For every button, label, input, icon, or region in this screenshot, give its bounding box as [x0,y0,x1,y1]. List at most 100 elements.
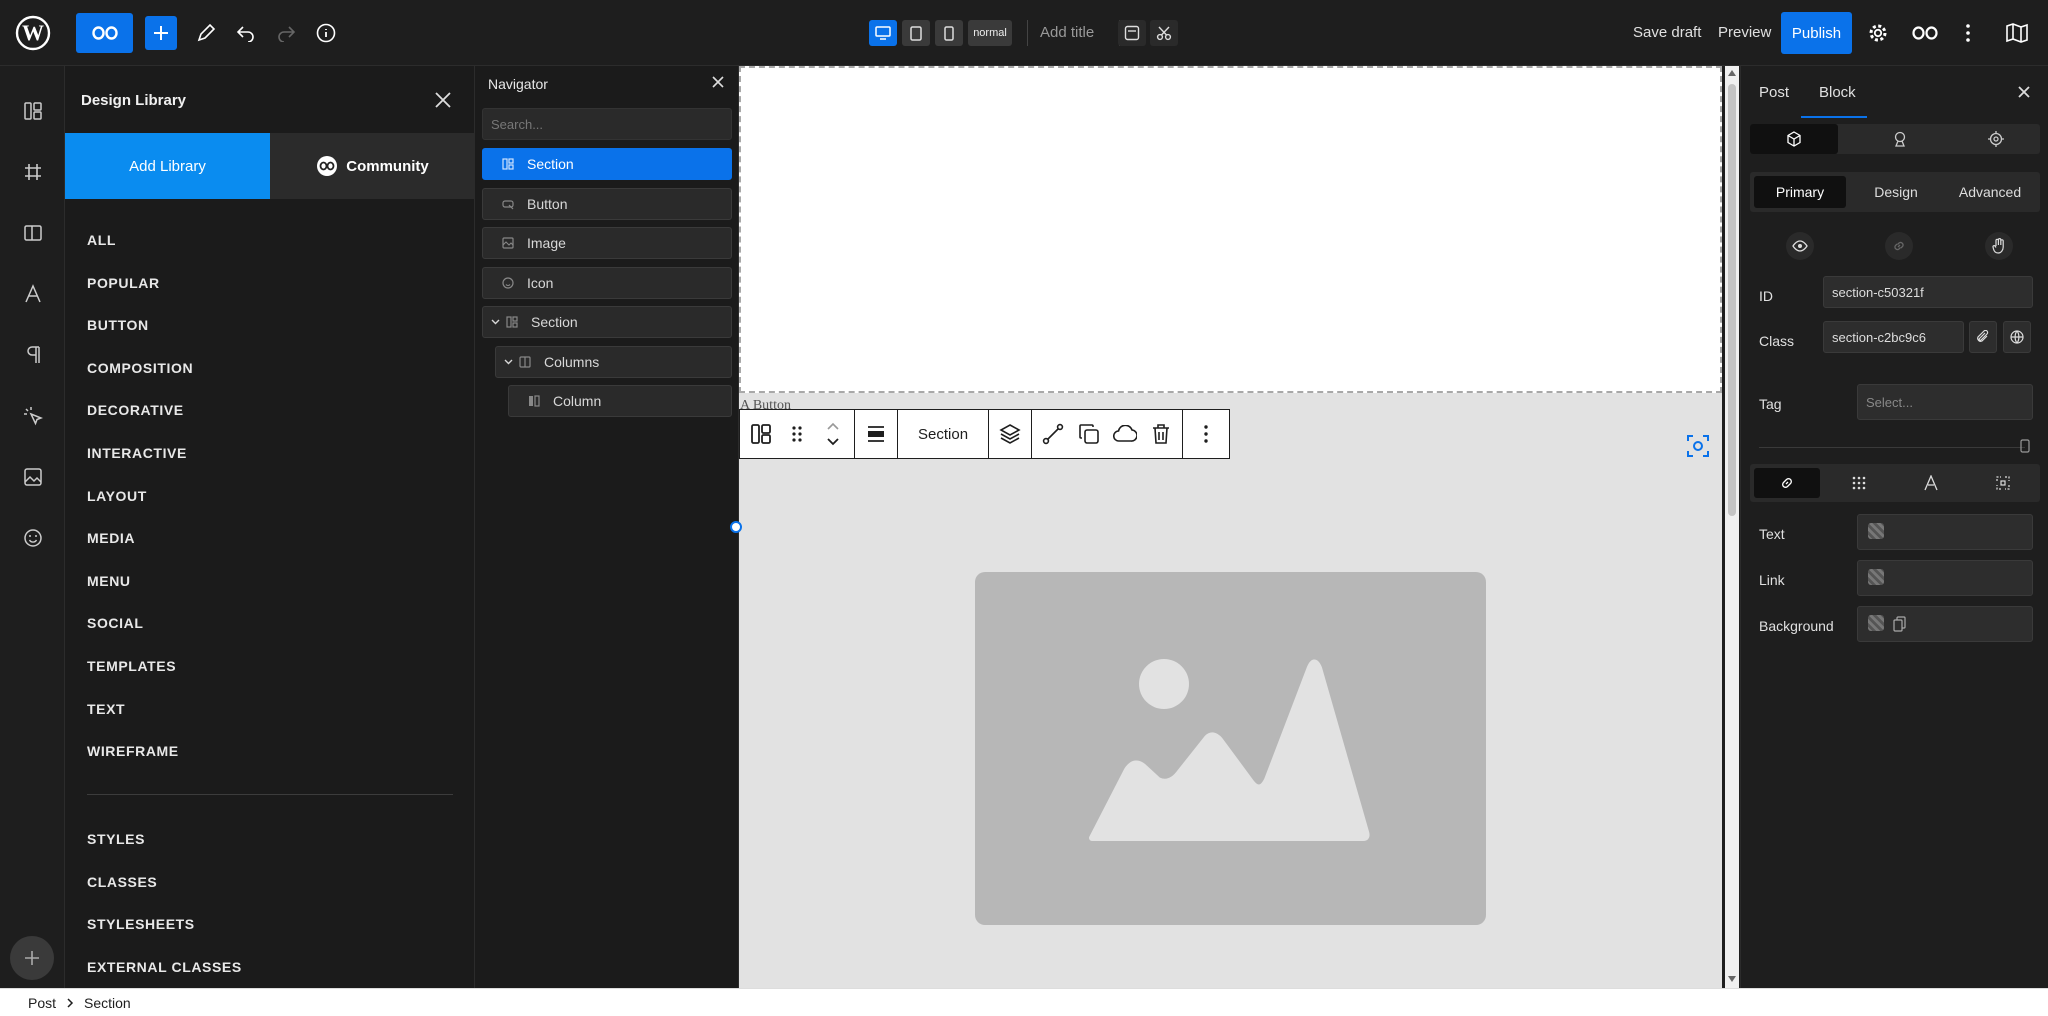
library-item-styles[interactable]: STYLES [87,831,145,847]
breadcrumb-item-post[interactable]: Post [28,995,56,1011]
toggle-block-inserter-icon[interactable] [76,13,133,53]
add-title-field[interactable]: Add title [1040,0,1094,66]
category-media[interactable]: MEDIA [87,530,135,546]
category-interactive[interactable]: INTERACTIVE [87,445,187,461]
category-social[interactable]: SOCIAL [87,615,144,631]
canvas-scrollbar[interactable] [1725,66,1739,988]
category-popular[interactable]: POPULAR [87,275,160,291]
target-icon[interactable] [1952,124,2040,154]
redo-icon[interactable] [273,20,299,46]
selected-section[interactable] [739,66,1722,393]
scissors-icon[interactable] [1150,20,1178,46]
save-draft-button[interactable]: Save draft [1633,0,1701,66]
drag-handle-icon[interactable] [784,421,810,447]
block-settings-icon[interactable] [1750,124,1838,154]
resize-handle[interactable] [730,521,742,533]
template-icon[interactable] [1118,20,1146,46]
add-block-button[interactable] [145,16,177,50]
text-color-picker[interactable] [1857,514,2033,550]
tablet-view-icon[interactable] [902,20,930,46]
cloud-save-icon[interactable] [1112,421,1138,447]
library-item-classes[interactable]: CLASSES [87,874,157,890]
phone-icon[interactable] [2020,439,2034,455]
tab-block[interactable]: Block [1819,84,1856,101]
hand-pointer-icon[interactable] [1985,232,2013,260]
class-field[interactable]: section-c2bc9c6 [1823,321,1964,353]
paragraph-icon[interactable] [20,342,46,368]
interaction-icon[interactable] [20,403,46,429]
navigator-item-button[interactable]: Button [482,187,732,220]
desktop-view-icon[interactable] [869,20,897,46]
move-up-down-icon[interactable] [820,421,846,447]
columns-layout-icon[interactable] [20,220,46,246]
globe-icon[interactable] [2003,321,2031,353]
block-more-options-icon[interactable] [1191,421,1221,447]
focus-mode-icon[interactable] [1685,433,1711,459]
block-type-label[interactable]: Section [906,426,980,443]
preview-button[interactable]: Preview [1718,0,1771,66]
category-composition[interactable]: COMPOSITION [87,360,193,376]
link-color-picker[interactable] [1857,560,2033,596]
spacing-icon[interactable] [1970,468,2036,498]
link-icon[interactable] [1885,232,1913,260]
add-panel-button[interactable] [10,936,54,980]
category-menu[interactable]: MENU [87,573,131,589]
chevron-down-icon[interactable] [502,359,514,365]
id-field[interactable]: section-c50321f [1823,276,2033,308]
smiley-icon[interactable] [20,525,46,551]
gradient-icon[interactable] [1892,616,1908,632]
layout-icon[interactable] [20,98,46,124]
navigator-search-input[interactable] [482,108,732,140]
typography-icon[interactable] [1898,468,1964,498]
library-item-external-classes[interactable]: EXTERNAL CLASSES [87,959,242,975]
plugin-logo-icon[interactable] [1910,20,1940,46]
category-all[interactable]: ALL [87,232,116,248]
navigator-item-section[interactable]: Section [482,306,732,338]
navigator-item-section[interactable]: Section [482,148,732,180]
tab-add-library[interactable]: Add Library [65,133,270,199]
navigator-item-columns[interactable]: Columns [495,345,732,378]
category-wireframe[interactable]: WIREFRAME [87,743,179,759]
image-placeholder[interactable] [975,572,1486,925]
tab-community[interactable]: Community [270,133,475,199]
pencil-edit-icon[interactable] [193,20,219,46]
breadcrumb-item-section[interactable]: Section [84,995,131,1011]
category-decorative[interactable]: DECORATIVE [87,402,184,418]
scrollbar-thumb[interactable] [1728,84,1736,516]
align-full-icon[interactable] [863,421,889,447]
close-icon[interactable] [431,88,455,112]
navigator-item-icon[interactable]: Icon [482,266,732,299]
category-button[interactable]: BUTTON [87,317,149,333]
tab-link-style[interactable] [1754,468,1820,498]
style-brush-icon[interactable] [1856,124,1944,154]
wordpress-logo-icon[interactable]: W [14,14,52,52]
chevron-down-icon[interactable] [489,319,501,325]
device-mode-badge[interactable]: normal [968,20,1012,46]
category-layout[interactable]: LAYOUT [87,488,147,504]
tab-post[interactable]: Post [1759,84,1789,101]
attach-class-icon[interactable] [1969,321,1997,353]
eye-icon[interactable] [1786,232,1814,260]
layers-icon[interactable] [997,421,1023,447]
editor-canvas[interactable]: A Button Section [739,66,1722,988]
tag-select[interactable]: Select... [1857,384,2033,420]
grid-dots-icon[interactable] [1826,468,1892,498]
navigator-item-image[interactable]: Image [482,227,732,259]
gear-icon[interactable] [1865,20,1891,46]
typography-icon[interactable] [20,281,46,307]
undo-icon[interactable] [233,20,259,46]
library-item-stylesheets[interactable]: STYLESHEETS [87,916,195,932]
close-icon[interactable] [2016,84,2034,102]
section-block-icon[interactable] [748,421,774,447]
close-icon[interactable] [710,74,728,92]
tab-advanced[interactable]: Advanced [1944,176,2036,208]
info-icon[interactable] [313,20,339,46]
category-text[interactable]: TEXT [87,701,125,717]
publish-button[interactable]: Publish [1781,12,1852,54]
mobile-view-icon[interactable] [935,20,963,46]
more-options-icon[interactable] [1955,20,1981,46]
connect-path-icon[interactable] [1040,421,1066,447]
trash-icon[interactable] [1148,421,1174,447]
tab-primary[interactable]: Primary [1754,176,1846,208]
navigator-item-column[interactable]: Column [508,385,732,417]
